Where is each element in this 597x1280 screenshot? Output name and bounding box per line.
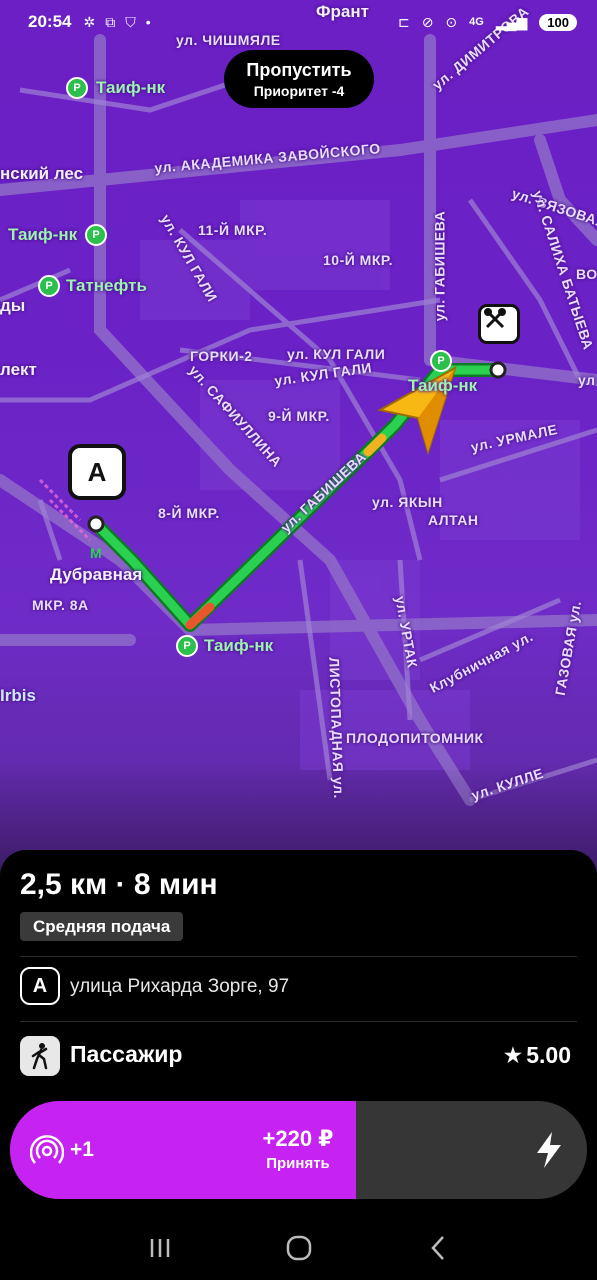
map-label: Таиф-нк bbox=[204, 636, 274, 655]
metro-icon: M bbox=[90, 545, 102, 561]
map-label: ды bbox=[0, 296, 26, 315]
network-label: 4G bbox=[469, 16, 484, 28]
gas-station-icon[interactable]: P bbox=[38, 275, 60, 297]
priority-label: Приоритет -4 bbox=[253, 82, 345, 99]
map-label: 9-Й МКР. bbox=[268, 408, 330, 424]
lightning-icon[interactable] bbox=[534, 1132, 564, 1168]
map-label: 8-Й МКР. bbox=[158, 505, 220, 521]
system-navigation-bar bbox=[0, 1215, 597, 1280]
map-label: ул. ЯКЫН bbox=[372, 494, 443, 510]
bed-icon: ⊏ bbox=[397, 13, 410, 30]
back-icon[interactable] bbox=[418, 1228, 458, 1268]
gas-station-icon[interactable]: P bbox=[176, 635, 198, 657]
map-label: ВО bbox=[576, 266, 597, 282]
rating-value: 5.00 bbox=[526, 1042, 571, 1068]
skip-button[interactable]: Пропустить Приоритет -4 bbox=[224, 50, 374, 108]
map-label: ул bbox=[578, 372, 596, 388]
map-label: нский лес bbox=[0, 164, 84, 183]
map-label: ул. ГАБИШЕВА bbox=[431, 210, 448, 322]
status-time: 20:54 bbox=[28, 12, 72, 31]
map-label: 11-Й МКР. bbox=[198, 222, 268, 238]
passenger-label: Пассажир bbox=[70, 1041, 183, 1067]
map-label: 10-Й МКР. bbox=[323, 252, 394, 268]
star-icon: ★ bbox=[502, 1042, 524, 1068]
status-bar: 20:54 ✲ ⧉ ⛉ • ⊏ ⊘ ⊙ 4G ▂▄▆ 100 bbox=[0, 0, 597, 44]
utensils-icon bbox=[484, 308, 506, 329]
radar-icon bbox=[30, 1135, 64, 1164]
location-icon: ⊙ bbox=[445, 13, 458, 30]
map-label: ГОРКИ-2 bbox=[190, 348, 253, 364]
recents-icon[interactable] bbox=[140, 1228, 180, 1268]
map-label: Татнефть bbox=[66, 276, 147, 295]
passenger-icon bbox=[20, 1036, 60, 1076]
dot-icon: • bbox=[145, 13, 151, 30]
signal-icon: ▂▄▆ bbox=[495, 13, 528, 30]
shield-icon: ⛉ bbox=[125, 13, 136, 30]
passenger-rating: ★ 5.00 bbox=[503, 1042, 571, 1069]
address-point-badge: A bbox=[20, 967, 60, 1005]
feed-badge: Средняя подача bbox=[20, 912, 184, 941]
map-view[interactable]: ул. ЧИШМЯЛЕ Франт ул. ДИМИТРОВА P Таиф-н… bbox=[0, 0, 597, 880]
gas-station-icon[interactable]: P bbox=[430, 350, 452, 372]
map-label: лект bbox=[0, 360, 37, 379]
gas-station-icon[interactable]: P bbox=[66, 77, 88, 99]
map-label: Дубравная bbox=[50, 565, 143, 584]
pickup-marker[interactable]: A bbox=[68, 444, 126, 500]
restaurant-marker[interactable] bbox=[478, 304, 520, 344]
battery-indicator: 100 bbox=[539, 13, 577, 31]
map-label: ПЛОДОПИТОМНИК bbox=[346, 730, 484, 746]
skip-label: Пропустить bbox=[246, 59, 352, 80]
fan-icon: ✲ bbox=[83, 13, 96, 30]
home-icon[interactable] bbox=[279, 1228, 319, 1268]
divider bbox=[20, 1021, 577, 1022]
mute-icon: ⊘ bbox=[421, 13, 434, 30]
screenshot-icon: ⧉ bbox=[105, 13, 116, 30]
map-label: Irbis bbox=[0, 686, 36, 705]
extra-orders-count: +1 bbox=[70, 1138, 94, 1161]
map-label: Таиф-нк bbox=[96, 78, 166, 97]
map-label: МКР. 8А bbox=[32, 597, 89, 613]
map-label: Таиф-нк bbox=[408, 376, 478, 395]
divider bbox=[20, 956, 577, 957]
accept-label: Принять bbox=[266, 1155, 330, 1172]
distance-time: 2,5 км · 8 мин bbox=[20, 868, 218, 901]
map-label: АЛТАН bbox=[428, 512, 479, 528]
map-label: Таиф-нк bbox=[8, 225, 78, 244]
order-price: +220 ₽ bbox=[262, 1126, 334, 1151]
pickup-address: улица Рихарда Зорге, 97 bbox=[70, 976, 290, 997]
gas-station-icon[interactable]: P bbox=[85, 224, 107, 246]
